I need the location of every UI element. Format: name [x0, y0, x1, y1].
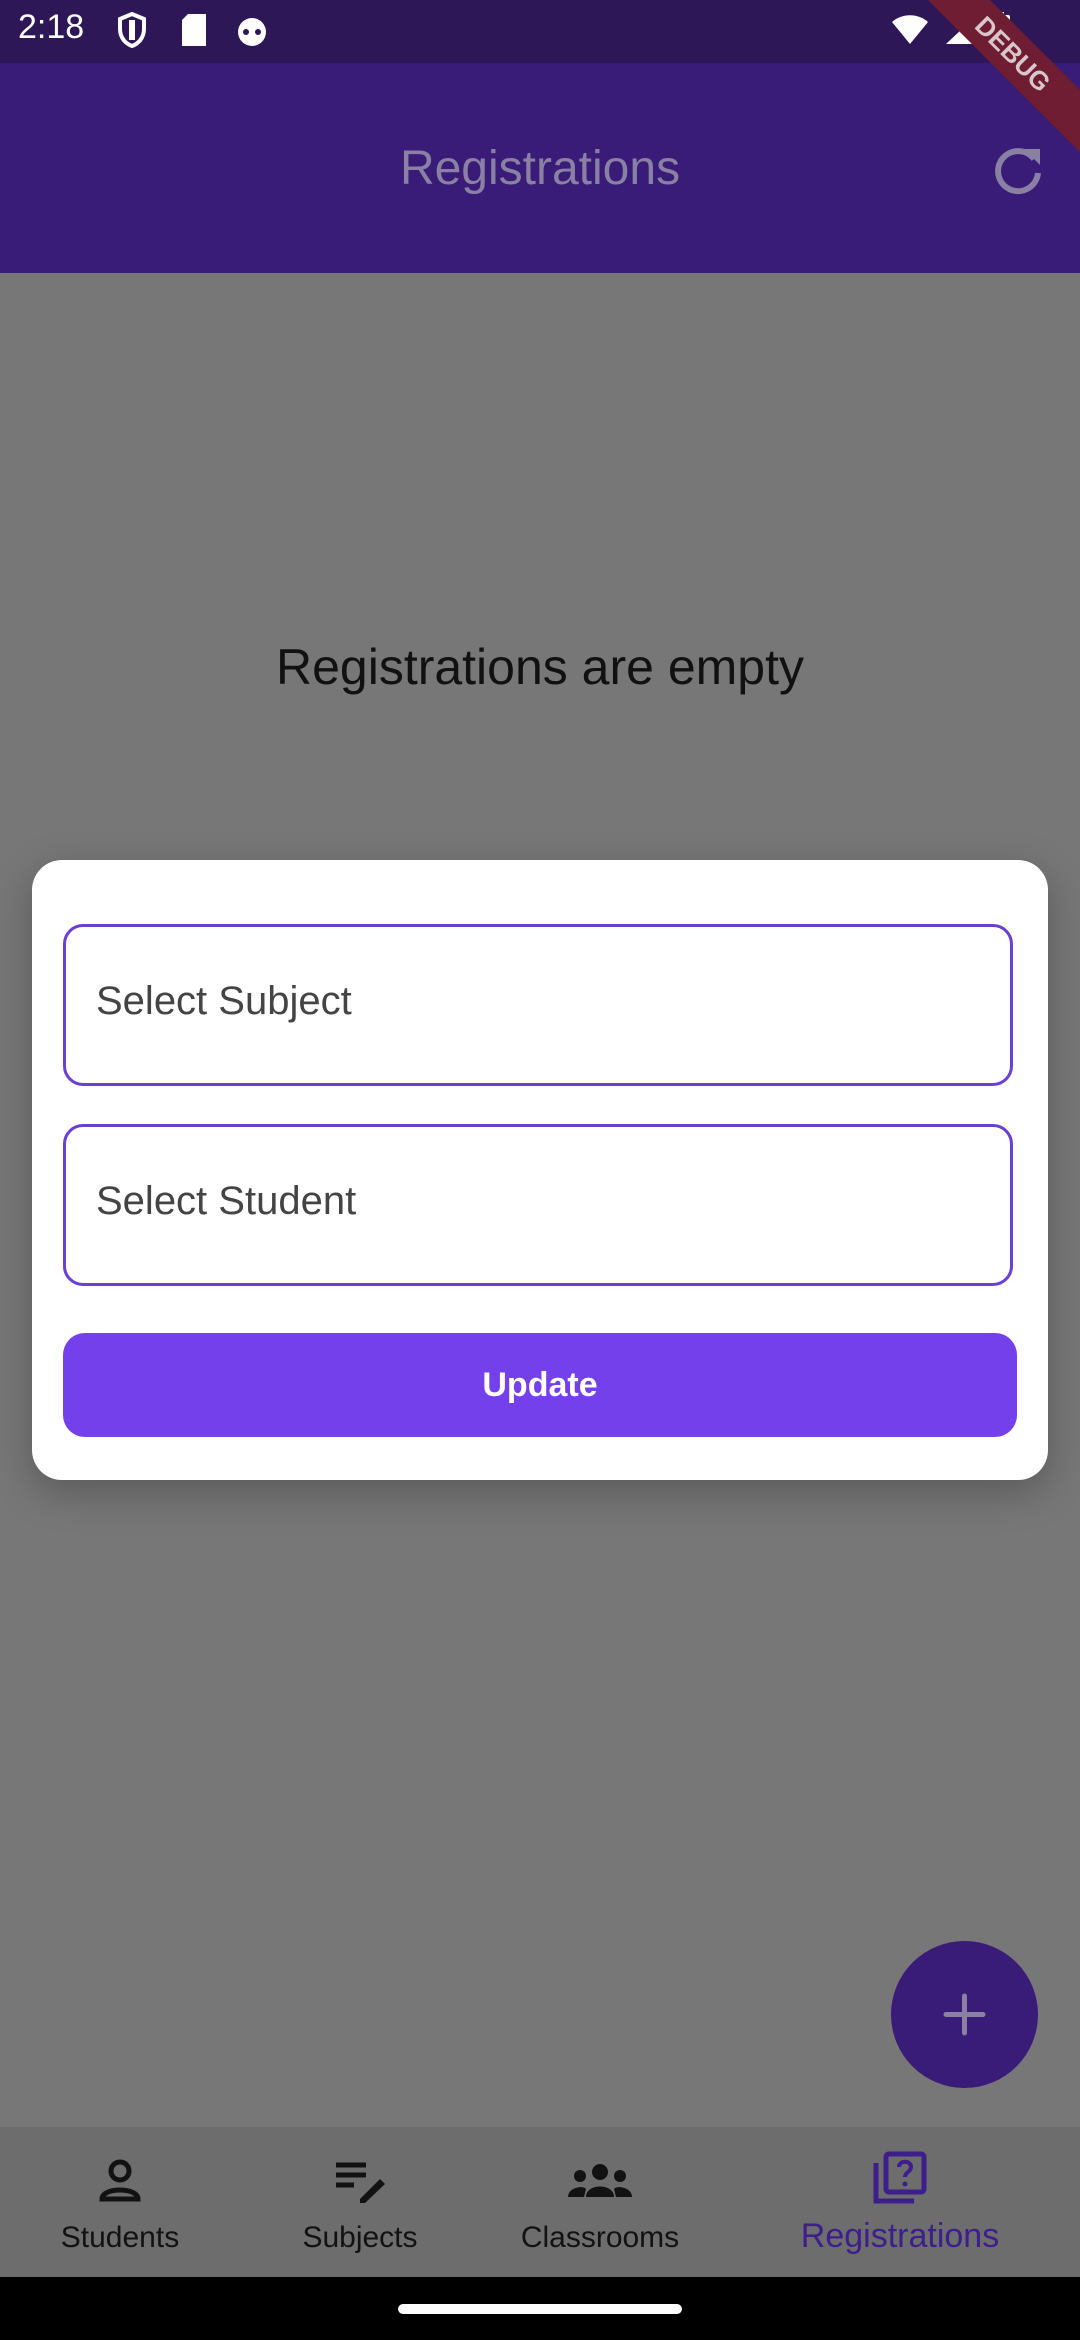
- nav-label-classrooms: Classrooms: [520, 2221, 680, 2254]
- nav-label-students: Students: [60, 2221, 180, 2254]
- sd-card-icon: [182, 14, 206, 46]
- nav-item-subjects[interactable]: Subjects: [240, 2127, 480, 2277]
- select-subject-label: Select Subject: [96, 979, 352, 1023]
- group-icon: [568, 2164, 632, 2197]
- nav-label-registrations: Registrations: [800, 2217, 1000, 2255]
- nav-label-subjects: Subjects: [302, 2221, 418, 2254]
- nav-item-registrations[interactable]: Registrations: [780, 2127, 1020, 2277]
- select-student-dropdown[interactable]: Select Student: [63, 1124, 1013, 1286]
- nav-item-classrooms[interactable]: Classrooms: [480, 2127, 720, 2277]
- plus-icon: [943, 1993, 986, 2036]
- refresh-icon[interactable]: [990, 143, 1046, 199]
- shield-icon: [118, 12, 146, 48]
- empty-state-message: Registrations are empty: [275, 639, 804, 695]
- select-subject-dropdown[interactable]: Select Subject: [63, 924, 1013, 1086]
- person-icon: [99, 2159, 141, 2202]
- nav-item-students[interactable]: Students: [0, 2127, 240, 2277]
- app-bar: Registrations: [0, 63, 1080, 273]
- add-fab-button[interactable]: [891, 1941, 1038, 2088]
- quiz-icon: [873, 2151, 927, 2204]
- registration-dialog: Select Subject Select Student Update: [32, 860, 1048, 1480]
- status-bar: 2:18: [0, 0, 1080, 63]
- cat-icon: [238, 18, 266, 46]
- update-button[interactable]: Update: [63, 1333, 1017, 1437]
- select-student-label: Select Student: [96, 1179, 357, 1223]
- status-time: 2:18: [18, 8, 85, 46]
- page-title: Registrations: [399, 142, 681, 195]
- bottom-navigation: Students Subjects Classrooms Registratio…: [0, 2127, 1080, 2277]
- edit-list-icon: [336, 2162, 385, 2203]
- system-nav-bar: [0, 2277, 1080, 2340]
- home-gesture-handle[interactable]: [398, 2304, 682, 2314]
- wifi-icon: [892, 15, 928, 44]
